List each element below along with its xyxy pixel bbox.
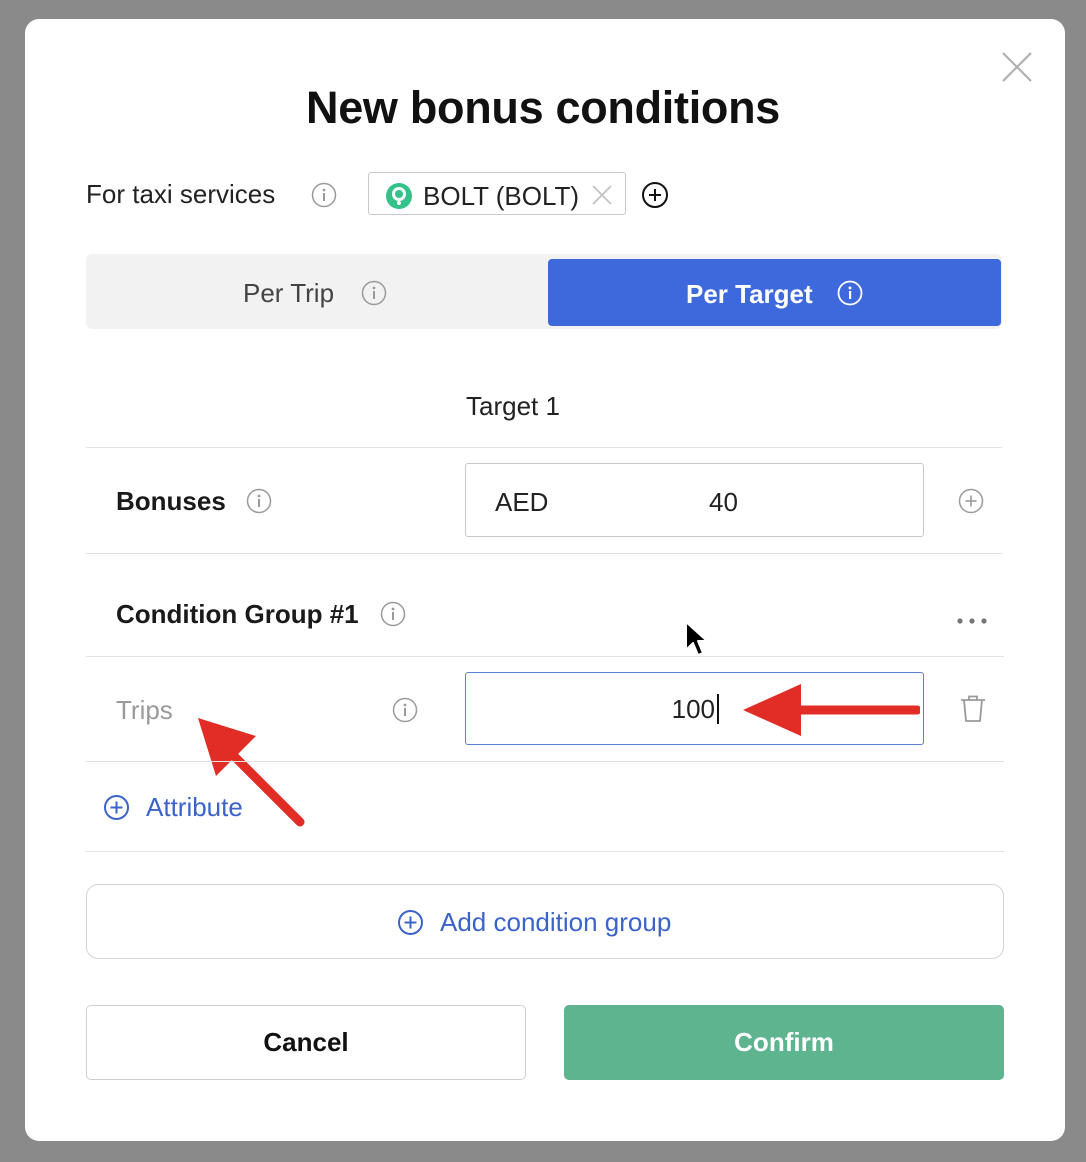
service-chip-bolt: BOLT (BOLT) (368, 172, 626, 215)
tab-per-trip[interactable]: Per Trip (86, 254, 548, 329)
add-condition-group-icon (398, 910, 423, 935)
add-bonus-icon[interactable] (958, 488, 984, 514)
cancel-button[interactable]: Cancel (86, 1005, 526, 1080)
info-icon[interactable] (837, 280, 863, 306)
info-icon[interactable] (246, 488, 272, 514)
mouse-cursor-icon (685, 621, 708, 656)
bonus-amount-input[interactable]: AED 40 (465, 463, 924, 537)
trash-icon[interactable] (959, 694, 987, 724)
add-condition-group-button[interactable]: Add condition group (86, 884, 1004, 959)
divider (86, 553, 1002, 554)
divider (86, 447, 1002, 448)
bonus-currency[interactable]: AED (495, 487, 548, 518)
divider (86, 761, 1004, 762)
info-icon[interactable] (311, 182, 337, 208)
services-label: For taxi services (86, 179, 276, 209)
tab-per-target-label: Per Target (686, 279, 813, 309)
close-icon[interactable] (1000, 50, 1034, 84)
trips-attribute-label: Trips (116, 695, 173, 725)
trips-value[interactable]: 100 (672, 694, 715, 725)
add-service-icon[interactable] (641, 181, 669, 209)
condition-group-label: Condition Group #1 (116, 599, 359, 629)
dialog-title: New bonus conditions (306, 82, 780, 133)
divider (86, 851, 1004, 852)
bonus-mode-switch: Per Trip Per Target (86, 254, 1002, 329)
divider (86, 656, 1004, 657)
confirm-button[interactable]: Confirm (564, 1005, 1004, 1080)
bolt-logo-icon (386, 183, 412, 209)
tab-per-trip-label: Per Trip (243, 278, 335, 308)
add-condition-group-label: Add condition group (440, 907, 672, 937)
info-icon[interactable] (361, 280, 387, 306)
target-column-header: Target 1 (466, 391, 560, 421)
text-caret (717, 694, 719, 724)
info-icon[interactable] (380, 601, 406, 627)
add-attribute-icon[interactable] (103, 794, 130, 821)
bonus-amount-value[interactable]: 40 (709, 487, 738, 518)
annotation-arrow-right (743, 684, 920, 736)
service-chip-label: BOLT (BOLT) (423, 181, 580, 211)
tab-per-target[interactable]: Per Target (548, 259, 1001, 326)
more-options-icon[interactable] (956, 615, 988, 627)
info-icon[interactable] (392, 697, 418, 723)
add-attribute-link[interactable]: Attribute (146, 792, 243, 823)
bonuses-label: Bonuses (116, 486, 226, 516)
chip-remove-icon[interactable] (591, 184, 613, 206)
